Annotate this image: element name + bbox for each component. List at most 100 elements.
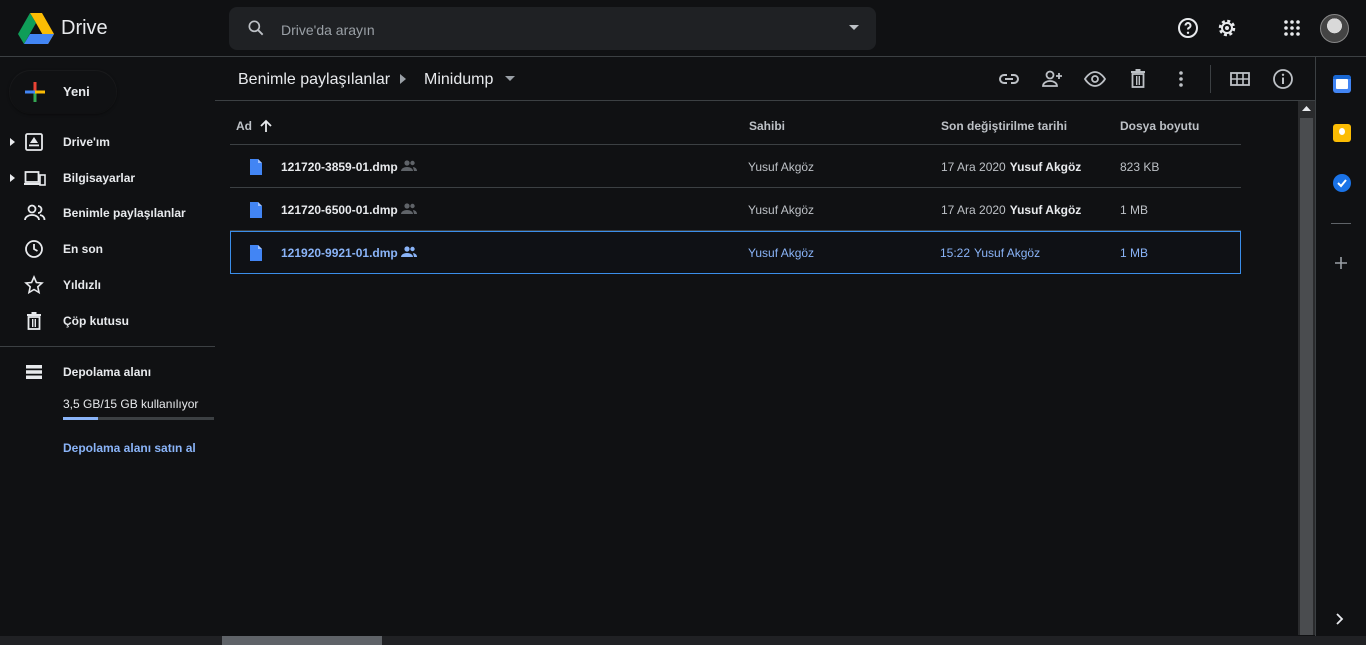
calendar-icon[interactable] — [1333, 75, 1351, 93]
sidebar-item-label: Çöp kutusu — [63, 314, 129, 328]
sidebar-item-trash[interactable]: Çöp kutusu — [0, 304, 215, 338]
expand-arrow-icon[interactable] — [10, 138, 15, 146]
sidebar-item-storage[interactable]: Depolama alanı — [0, 355, 215, 389]
modified-date: 17 Ara 2020 — [941, 160, 1006, 174]
add-person-icon[interactable] — [1040, 67, 1064, 91]
modified-date: 15:22 — [940, 246, 971, 260]
sidebar-item-label: Benimle paylaşılanlar — [63, 206, 186, 220]
side-panel — [1315, 57, 1366, 645]
file-modified: 15:22 Yusuf Akgöz — [940, 246, 1040, 260]
storage-usage-text: 3,5 GB/15 GB kullanılıyor — [63, 397, 199, 411]
sidebar-item-shared[interactable]: Benimle paylaşılanlar — [0, 196, 215, 230]
file-row[interactable]: 121720-6500-01.dmp Yusuf Akgöz 17 Ara 20… — [230, 188, 1241, 231]
file-size: 1 MB — [1120, 246, 1149, 260]
search-icon[interactable] — [246, 18, 266, 38]
sidebar-item-label: Bilgisayarlar — [63, 171, 136, 185]
breadcrumb-separator-icon — [400, 74, 406, 84]
sidebar-divider — [0, 346, 215, 347]
tasks-icon[interactable] — [1333, 174, 1351, 192]
sidebar-item-my-drive[interactable]: Drive'ım — [0, 125, 215, 159]
storage-label: Depolama alanı — [63, 365, 152, 379]
info-icon[interactable] — [1271, 67, 1295, 91]
file-icon — [250, 159, 262, 175]
my-drive-icon — [25, 133, 43, 151]
breadcrumb-parent[interactable]: Benimle paylaşılanlar — [238, 71, 390, 89]
computers-icon — [24, 171, 46, 186]
modified-by: Yusuf Akgöz — [1009, 203, 1082, 217]
more-vert-icon[interactable] — [1169, 67, 1193, 91]
star-icon — [24, 275, 44, 295]
expand-arrow-icon[interactable] — [10, 174, 15, 182]
sort-arrow-up-icon[interactable] — [259, 119, 273, 133]
column-header-size[interactable]: Dosya boyutu — [1120, 119, 1199, 133]
add-addon-plus-icon[interactable] — [1333, 255, 1349, 271]
scroll-up-arrow-icon[interactable] — [1302, 106, 1311, 112]
file-owner: Yusuf Akgöz — [748, 203, 815, 217]
column-header-owner[interactable]: Sahibi — [749, 119, 785, 133]
scrollbar-thumb[interactable] — [1300, 118, 1313, 635]
modified-date: 17 Ara 2020 — [941, 203, 1006, 217]
trash-icon — [27, 312, 41, 330]
clock-icon — [25, 240, 43, 258]
search-options-icon[interactable] — [848, 23, 860, 33]
settings-gear-icon[interactable] — [1215, 16, 1239, 40]
storage-progress-bar — [63, 417, 214, 420]
check-icon — [1337, 179, 1347, 188]
search-input[interactable] — [279, 7, 823, 52]
modified-by: Yusuf Akgöz — [974, 246, 1041, 260]
sidebar-item-label: Yıldızlı — [63, 278, 102, 292]
app-title[interactable]: Drive — [61, 17, 108, 40]
file-name[interactable]: 121920-9921-01.dmp — [281, 246, 398, 260]
sidebar-item-computers[interactable]: Bilgisayarlar — [0, 161, 215, 195]
chevron-right-icon[interactable] — [1335, 613, 1345, 625]
grid-view-icon[interactable] — [1228, 67, 1252, 91]
apps-grid-icon[interactable] — [1280, 16, 1304, 40]
breadcrumb-current[interactable]: Minidump — [424, 71, 493, 89]
sidebar-item-starred[interactable]: Yıldızlı — [0, 268, 215, 302]
help-icon[interactable] — [1176, 16, 1200, 40]
file-row-selected[interactable]: 121920-9921-01.dmp Yusuf Akgöz 15:22 Yusu… — [230, 231, 1241, 274]
sidebar-item-recent[interactable]: En son — [0, 232, 215, 266]
file-row[interactable]: 121720-3859-01.dmp Yusuf Akgöz 17 Ara 20… — [230, 145, 1241, 188]
plus-icon — [25, 82, 45, 102]
shared-people-icon — [401, 246, 417, 257]
account-avatar[interactable] — [1320, 14, 1349, 43]
file-name[interactable]: 121720-6500-01.dmp — [281, 203, 398, 217]
link-icon[interactable] — [997, 67, 1021, 91]
file-modified: 17 Ara 2020 Yusuf Akgöz — [941, 203, 1081, 217]
delete-trash-icon[interactable] — [1126, 67, 1150, 91]
column-header-modified[interactable]: Son değiştirilme tarihi — [941, 119, 1067, 133]
file-modified: 17 Ara 2020 Yusuf Akgöz — [941, 160, 1081, 174]
chevron-down-icon[interactable] — [505, 76, 515, 82]
keep-icon[interactable] — [1333, 124, 1351, 142]
new-button-label: Yeni — [63, 84, 90, 99]
file-icon — [250, 245, 262, 261]
new-button[interactable]: Yeni — [10, 71, 116, 113]
file-owner: Yusuf Akgöz — [748, 246, 815, 260]
file-name[interactable]: 121720-3859-01.dmp — [281, 160, 398, 174]
top-header: Drive — [0, 0, 1366, 57]
horizontal-scrollbar-thumb[interactable] — [222, 636, 382, 645]
file-list-header: Ad Sahibi Son değiştirilme tarihi Dosya … — [230, 101, 1241, 145]
sidebar-item-label: En son — [63, 242, 104, 256]
shared-people-icon — [401, 160, 417, 171]
side-panel-divider — [1331, 223, 1351, 224]
search-box[interactable] — [229, 7, 876, 52]
main-toolbar: Benimle paylaşılanlar Minidump — [215, 57, 1315, 101]
sidebar-item-label: Drive'ım — [63, 135, 110, 149]
storage-icon — [26, 365, 42, 379]
file-size: 1 MB — [1120, 203, 1149, 217]
shared-people-icon — [24, 204, 46, 221]
column-header-name[interactable]: Ad — [236, 119, 252, 133]
toolbar-divider — [1210, 65, 1211, 93]
preview-eye-icon[interactable] — [1083, 67, 1107, 91]
buy-storage-link[interactable]: Depolama alanı satın al — [63, 441, 196, 455]
file-size: 823 KB — [1120, 160, 1160, 174]
shared-people-icon — [401, 203, 417, 214]
storage-progress-fill — [63, 417, 98, 420]
drive-logo-icon[interactable] — [18, 13, 54, 45]
horizontal-scrollbar[interactable] — [0, 636, 1366, 645]
file-owner: Yusuf Akgöz — [748, 160, 815, 174]
modified-by: Yusuf Akgöz — [1009, 160, 1082, 174]
file-list: Ad Sahibi Son değiştirilme tarihi Dosya … — [230, 101, 1241, 274]
